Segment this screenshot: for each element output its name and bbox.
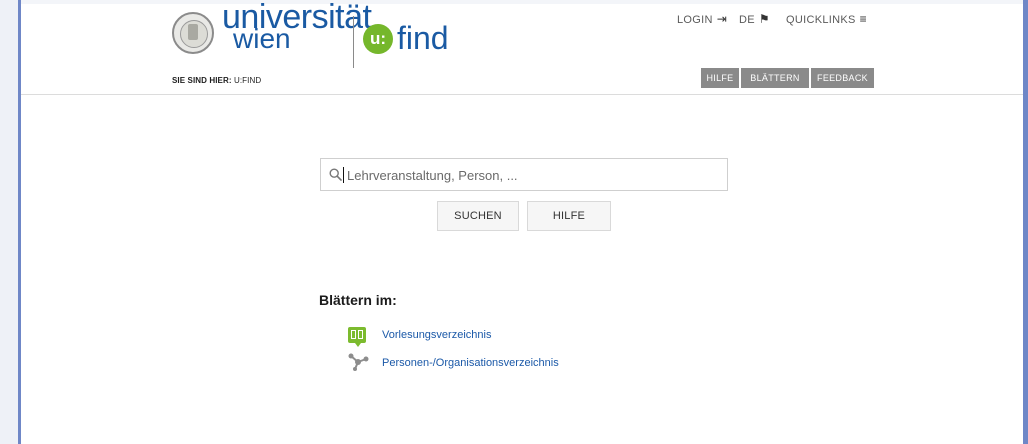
header-browse-button[interactable]: BLÄTTERN	[741, 68, 809, 88]
book-icon-tail	[355, 343, 361, 347]
search-icon	[329, 168, 342, 181]
people-organisation-directory-link[interactable]: Personen-/Organisationsverzeichnis	[382, 357, 559, 369]
window-border-left	[18, 0, 21, 444]
search-box[interactable]	[320, 158, 729, 192]
menu-lines-icon: ≡	[859, 12, 867, 26]
language-switch[interactable]: DE ⚑	[739, 12, 770, 26]
text-caret	[343, 167, 344, 183]
ufind-badge: u:	[363, 24, 393, 54]
quicklinks-menu[interactable]: QUICKLINKS ≡	[786, 12, 867, 26]
login-arrow-icon: ⇥	[716, 12, 728, 26]
search-help-button[interactable]: HILFE	[527, 201, 611, 231]
login-link[interactable]: LOGIN ⇥	[677, 12, 727, 26]
flag-icon: ⚑	[758, 12, 770, 26]
breadcrumb-current: U:FIND	[233, 76, 262, 85]
breadcrumb-prefix: SIE SIND HIER:	[172, 76, 232, 85]
header-divider	[353, 16, 354, 68]
window-top-strip	[21, 0, 1023, 4]
course-directory-link[interactable]: Vorlesungsverzeichnis	[382, 329, 491, 341]
network-icon	[348, 353, 369, 371]
header-feedback-button[interactable]: FEEDBACK	[811, 68, 874, 88]
search-input[interactable]	[345, 159, 729, 192]
breadcrumb: SIE SIND HIER: U:FIND	[172, 76, 261, 85]
language-label: DE	[739, 14, 755, 26]
ufind-wordmark: find	[397, 20, 449, 56]
search-submit-button[interactable]: SUCHEN	[437, 201, 519, 231]
window-frame-left	[0, 0, 18, 444]
quicklinks-label: QUICKLINKS	[786, 14, 856, 26]
book-icon	[348, 327, 366, 343]
header-separator	[21, 94, 1023, 95]
window-border-right	[1023, 0, 1028, 444]
login-label: LOGIN	[677, 14, 713, 26]
logo-wien-text: wien	[233, 23, 291, 54]
header-help-button[interactable]: HILFE	[701, 68, 739, 88]
university-seal-icon	[172, 12, 214, 54]
browse-heading: Blättern im:	[319, 292, 397, 308]
